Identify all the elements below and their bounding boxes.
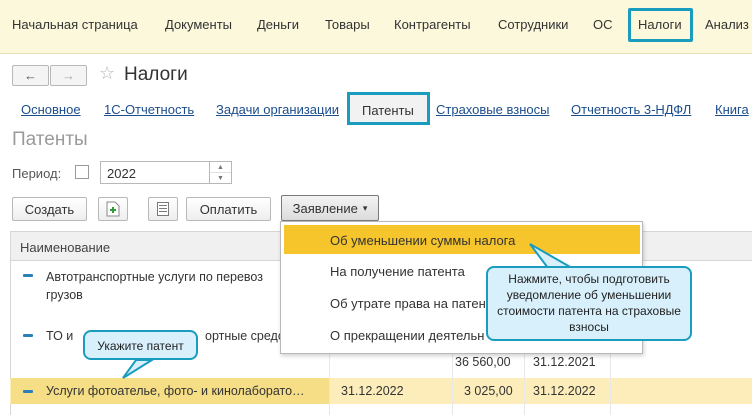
dropdown-item-reduce-tax[interactable]: Об уменьшении суммы налога [330,233,515,248]
link-insurance[interactable]: Страховые взносы [436,102,549,117]
left-callout-pointer [122,359,156,379]
link-patents-selected[interactable]: Патенты [347,92,430,125]
row1-name-line1[interactable]: Автотранспортные услуги по перевоз [46,270,263,284]
right-hint-callout: Нажмите, чтобы подготовить уведомление о… [486,266,692,341]
menu-item-documents[interactable]: Документы [165,17,232,32]
link-book[interactable]: Книга [715,102,749,117]
pay-button-label: Оплатить [199,201,258,217]
row2-name-end[interactable]: ортные средс [205,329,284,343]
section-title: Патенты [12,129,88,150]
period-checkbox[interactable] [75,165,89,179]
spinner-up-icon[interactable]: ▲ [210,162,231,173]
add-document-icon [106,201,120,217]
row4-name[interactable]: Услуги фотоателье, фото- и кинолаборато… [46,384,305,398]
year-spinner[interactable]: ▲ ▼ [209,162,231,183]
link-org-tasks[interactable]: Задачи организации [216,102,339,117]
favorite-star-icon[interactable]: ☆ [99,63,115,84]
row2-name-start[interactable]: ТО и [46,329,73,343]
menu-item-analysis[interactable]: Анализ [705,17,749,32]
back-button[interactable]: ← [12,65,49,86]
menu-item-counterparties[interactable]: Контрагенты [394,17,471,32]
column-header-name[interactable]: Наименование [20,240,110,255]
link-3ndfl[interactable]: Отчетность 3-НДФЛ [571,102,691,117]
dropdown-item-stop-activity[interactable]: О прекращении деятельн [330,328,484,343]
add-document-button[interactable] [98,197,128,221]
row4-date-end[interactable]: 31.12.2022 [533,384,596,398]
left-hint-text: Укажите патент [97,339,184,353]
chevron-down-icon: ▾ [362,202,368,213]
back-arrow-icon: ← [24,68,37,83]
row4-sum[interactable]: 3 025,00 [464,384,513,398]
list-button[interactable] [148,197,178,221]
menu-item-goods[interactable]: Товары [325,17,370,32]
menu-item-fixed-assets[interactable]: ОС [593,17,613,32]
left-hint-callout: Укажите патент [83,330,198,360]
year-value: 2022 [107,166,136,181]
row-marker-icon [23,334,33,337]
forward-button[interactable]: → [50,65,87,86]
page-title: Налоги [124,64,188,85]
link-1c-reporting[interactable]: 1С-Отчетность [104,102,194,117]
list-icon [157,202,169,216]
statement-button[interactable]: Заявление ▾ [281,195,379,221]
pay-button[interactable]: Оплатить [186,197,271,221]
year-input[interactable]: 2022 ▲ ▼ [100,161,232,184]
row3-sum[interactable]: 36 560,00 [455,355,511,369]
dropdown-item-lose-right[interactable]: Об утрате права на патен [330,296,486,311]
row4-date-start[interactable]: 31.12.2022 [341,384,404,398]
top-menu-bar: Начальная страница Документы Деньги Това… [0,0,752,54]
row3-date[interactable]: 31.12.2021 [533,355,596,369]
statement-button-label: Заявление [292,200,358,216]
right-hint-text: Нажмите, чтобы подготовить уведомление о… [497,272,681,334]
menu-item-money[interactable]: Деньги [257,17,299,32]
dropdown-item-get-patent[interactable]: На получение патента [330,264,465,279]
row-marker-icon [23,390,33,393]
create-button[interactable]: Создать [12,197,87,221]
menu-item-employees[interactable]: Сотрудники [498,17,568,32]
link-main[interactable]: Основное [21,102,81,117]
menu-item-home[interactable]: Начальная страница [12,17,138,32]
create-button-label: Создать [24,201,75,217]
link-patents-label: Патенты [362,103,414,118]
row1-name-line2[interactable]: грузов [46,288,83,302]
row-marker-icon [23,274,33,277]
spinner-down-icon[interactable]: ▼ [210,173,231,183]
period-label: Период: [12,166,62,181]
menu-item-taxes[interactable]: Налоги [638,17,682,32]
forward-arrow-icon: → [62,68,75,83]
